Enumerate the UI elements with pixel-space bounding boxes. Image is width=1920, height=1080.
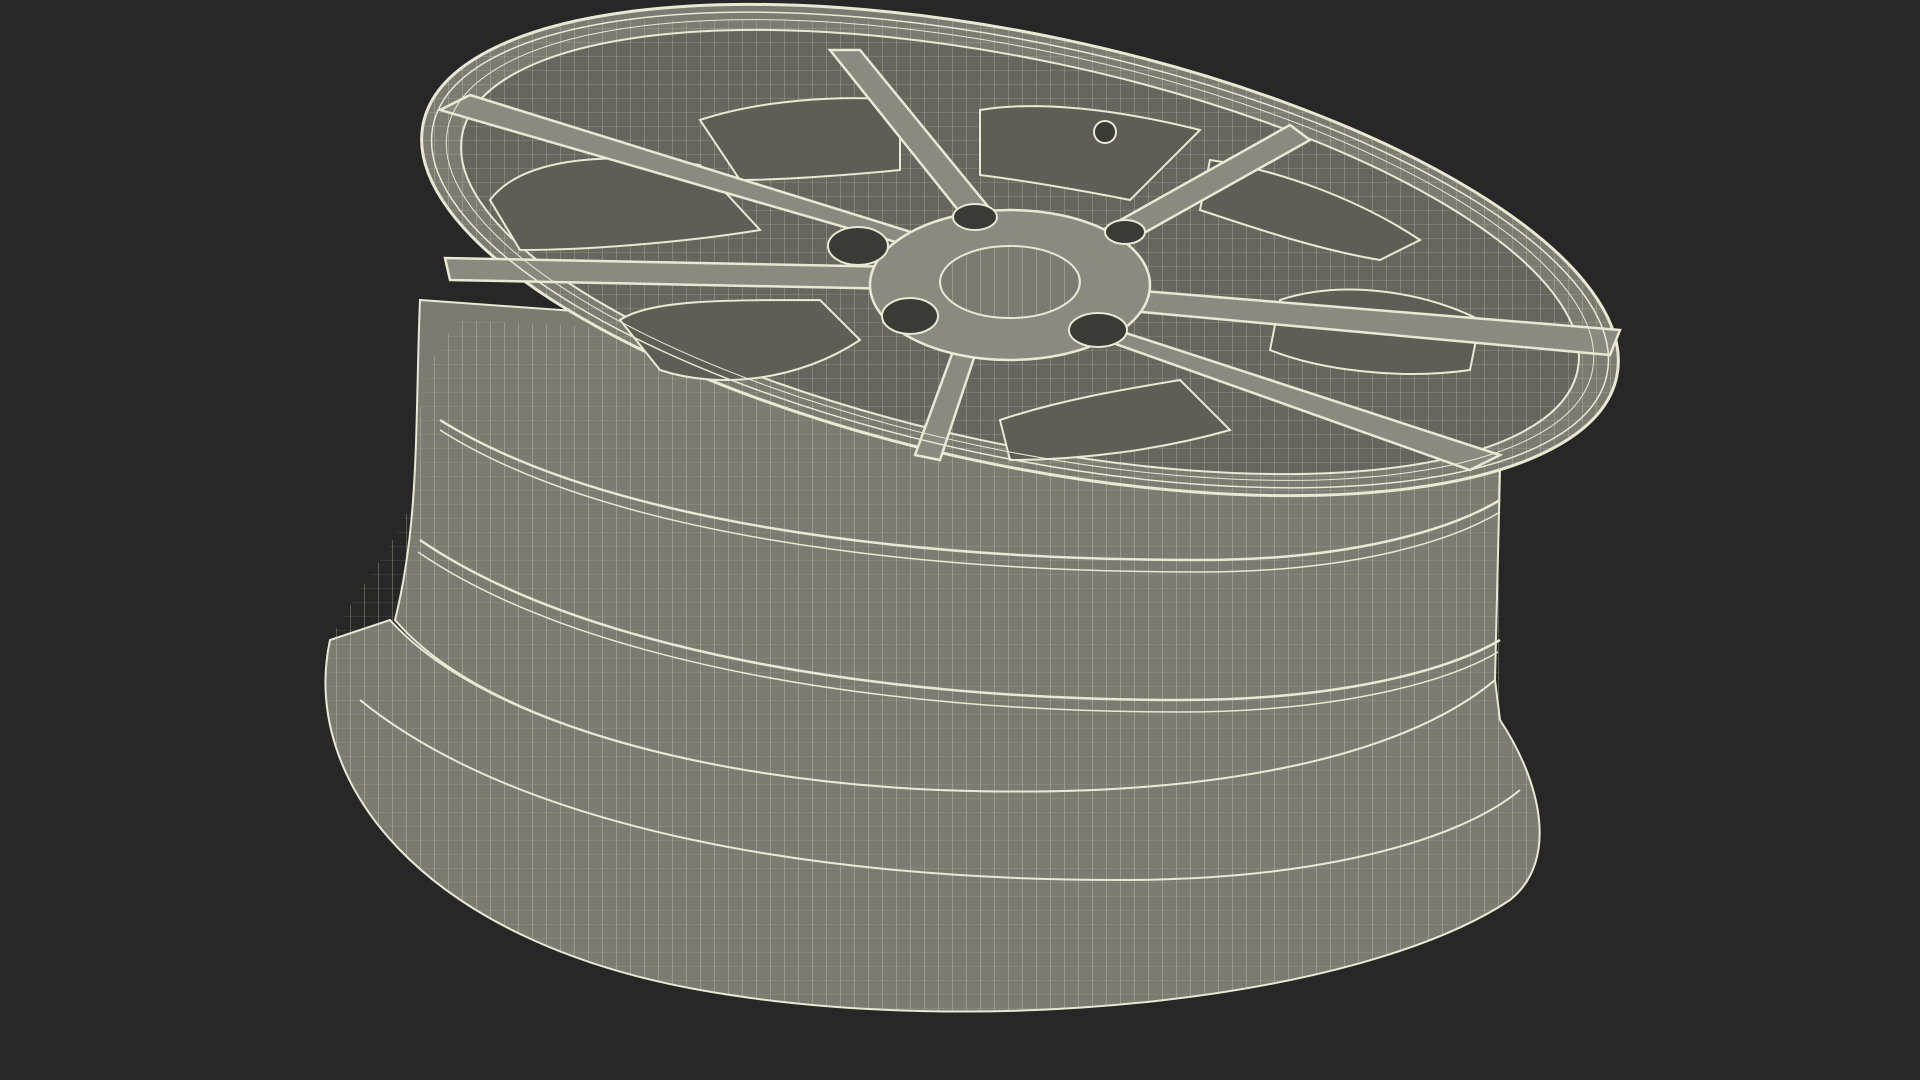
lug-hole-4 [1068, 312, 1128, 348]
valve-stem-hole [1093, 120, 1117, 144]
lug-hole-1 [827, 226, 889, 266]
wheel-wireframe-render [324, 2, 1660, 1013]
lug-hole-5 [1104, 219, 1146, 245]
render-viewport [0, 0, 1920, 1080]
lug-hole-3 [881, 297, 939, 335]
lug-hole-2 [952, 203, 998, 231]
